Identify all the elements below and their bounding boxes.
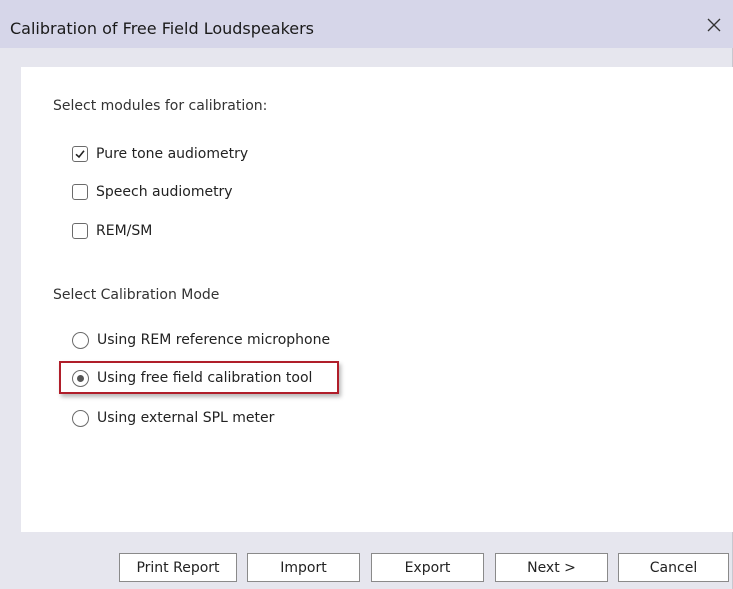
checkbox-pure-tone-audiometry[interactable]: Pure tone audiometry	[72, 143, 248, 165]
radio-label: Using external SPL meter	[97, 410, 275, 426]
checkmark-icon	[75, 150, 85, 159]
radio-circle[interactable]	[72, 409, 89, 427]
next-button[interactable]: Next >	[495, 553, 608, 582]
highlight-annotation-box	[59, 361, 339, 394]
checkbox-speech-audiometry[interactable]: Speech audiometry	[72, 181, 233, 203]
radio-circle[interactable]	[72, 331, 89, 349]
calibration-dialog: Calibration of Free Field Loudspeakers S…	[0, 0, 733, 589]
checkbox-label: REM/SM	[96, 223, 153, 239]
cancel-button[interactable]: Cancel	[618, 553, 729, 582]
modules-heading: Select modules for calibration:	[53, 98, 268, 114]
print-report-button[interactable]: Print Report	[119, 553, 237, 582]
radio-label: Using REM reference microphone	[97, 332, 331, 348]
close-icon	[707, 18, 721, 32]
radio-external-spl-meter[interactable]: Using external SPL meter	[72, 407, 274, 429]
window-title: Calibration of Free Field Loudspeakers	[10, 19, 315, 38]
checkbox-label: Speech audiometry	[96, 184, 233, 200]
checkbox-box[interactable]	[72, 184, 88, 200]
import-button[interactable]: Import	[247, 553, 360, 582]
checkbox-rem-sm[interactable]: REM/SM	[72, 220, 152, 242]
checkbox-box[interactable]	[72, 146, 88, 162]
export-button[interactable]: Export	[371, 553, 484, 582]
radio-rem-reference-microphone[interactable]: Using REM reference microphone	[72, 329, 330, 351]
close-button[interactable]	[703, 14, 725, 36]
checkbox-box[interactable]	[72, 223, 88, 239]
checkbox-label: Pure tone audiometry	[96, 146, 249, 162]
title-bar: Calibration of Free Field Loudspeakers	[0, 0, 733, 48]
mode-heading: Select Calibration Mode	[53, 287, 220, 303]
